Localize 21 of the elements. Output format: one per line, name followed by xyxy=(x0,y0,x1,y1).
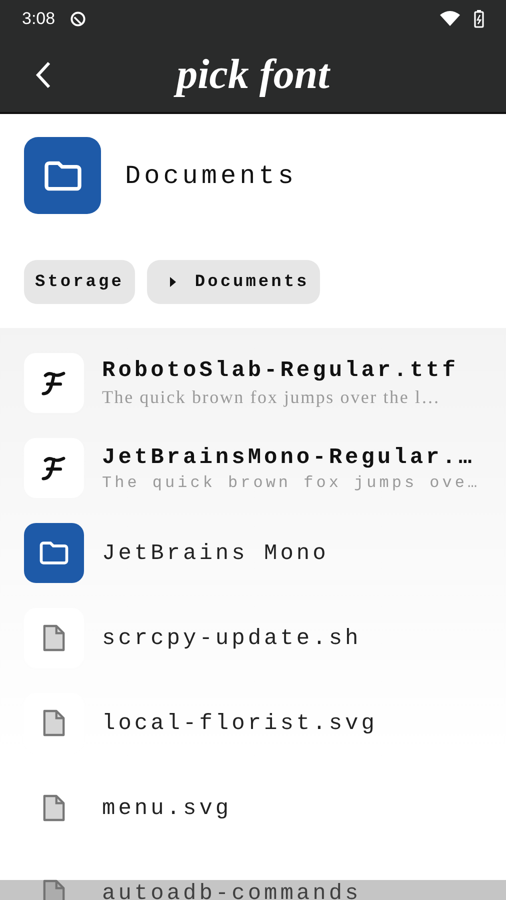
font-file-icon xyxy=(24,438,84,498)
breadcrumb-chip[interactable]: Documents xyxy=(146,260,320,304)
folder-icon xyxy=(24,523,84,583)
file-name[interactable]: scrcpy-update.sh xyxy=(102,626,362,650)
wifi-icon xyxy=(440,11,460,27)
app-title: pick font xyxy=(163,51,343,99)
data-saver-icon xyxy=(69,10,88,28)
folder-name[interactable]: JetBrains Mono xyxy=(102,540,329,566)
folder-icon xyxy=(24,137,101,214)
file-name[interactable]: autoadb-commands xyxy=(102,880,362,900)
font-file-icon xyxy=(24,353,84,413)
file-name[interactable]: local-florist.svg xyxy=(102,710,378,736)
font-file-name[interactable]: JetBrainsMono-Regular.… xyxy=(102,444,480,470)
status-time: 3:08 xyxy=(22,9,56,29)
breadcrumb-chip[interactable]: Storage xyxy=(24,260,135,304)
font-preview: The quick brown fox jumps ove… xyxy=(102,474,480,492)
font-preview: The quick brown fox jumps over the l… xyxy=(102,387,442,408)
file-name[interactable]: menu.svg xyxy=(102,796,232,820)
folder-name: Documents xyxy=(125,160,297,190)
battery-icon xyxy=(474,10,484,28)
font-file-name[interactable]: RobotoSlab-Regular.ttf xyxy=(102,358,458,383)
